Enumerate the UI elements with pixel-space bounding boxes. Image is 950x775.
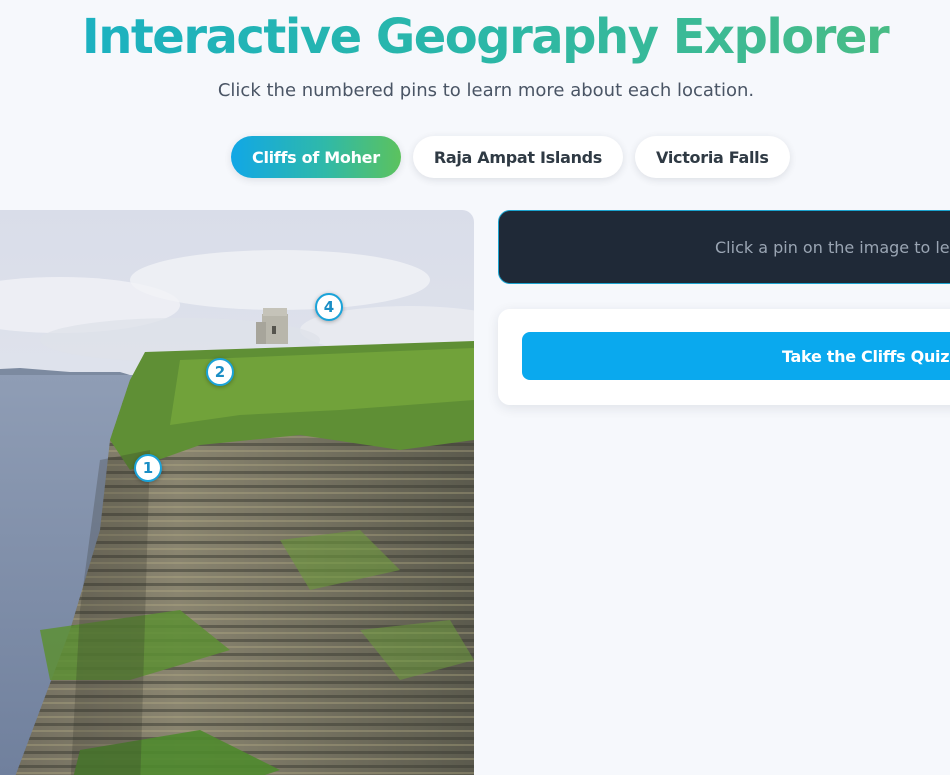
location-pin-1[interactable]: 1 <box>134 454 162 482</box>
quiz-button-label: Take the Cliffs Quiz! <box>782 347 950 366</box>
page-title: Interactive Geography Explorer <box>0 8 950 66</box>
location-pin-2[interactable]: 2 <box>206 358 234 386</box>
info-placeholder-text: Click a pin on the image to learn <box>715 238 950 257</box>
tab-cliffs-of-moher[interactable]: Cliffs of Moher <box>231 136 401 178</box>
location-tabs: Cliffs of Moher Raja Ampat Islands Victo… <box>231 136 790 178</box>
location-image: 1 2 4 <box>0 210 474 775</box>
quiz-card: Take the Cliffs Quiz! <box>498 309 950 405</box>
page-subtitle: Click the numbered pins to learn more ab… <box>217 80 755 101</box>
tab-victoria-falls[interactable]: Victoria Falls <box>635 136 790 178</box>
cliffs-photo <box>0 210 474 775</box>
location-pin-4[interactable]: 4 <box>315 293 343 321</box>
location-info-panel: Click a pin on the image to learn <box>498 210 950 284</box>
take-quiz-button[interactable]: Take the Cliffs Quiz! <box>522 332 950 380</box>
tab-raja-ampat-islands[interactable]: Raja Ampat Islands <box>412 136 624 178</box>
